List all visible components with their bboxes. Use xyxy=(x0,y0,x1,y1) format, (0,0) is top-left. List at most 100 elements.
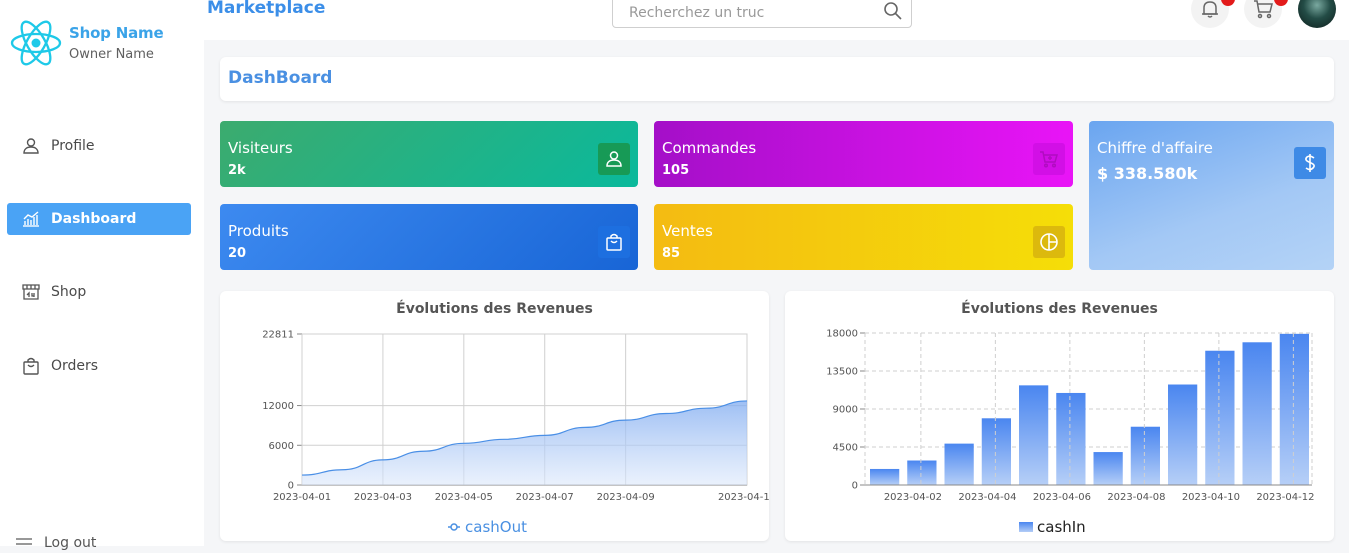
y-tick-label: 4500 xyxy=(833,443,858,454)
page-title: Marketplace xyxy=(207,0,325,18)
bar-legend-icon xyxy=(1019,522,1033,532)
cart-icon xyxy=(1252,0,1274,20)
cashout-chart-card: Évolutions des Revenues 0600012000228112… xyxy=(220,291,769,541)
y-tick-label: 18000 xyxy=(826,329,858,340)
commandes-value: 105 xyxy=(662,163,689,178)
ventes-card[interactable]: Ventes 85 xyxy=(654,204,1073,270)
x-tick-label: 2023-04-10 xyxy=(1182,492,1240,503)
react-logo-icon xyxy=(10,18,62,68)
notifications-button[interactable] xyxy=(1191,0,1229,28)
legend-label: cashOut xyxy=(465,518,527,536)
sidebar-item-profile[interactable]: Profile xyxy=(7,130,191,162)
ventes-value: 85 xyxy=(662,246,680,261)
cashin-bar[interactable] xyxy=(870,469,899,485)
cashin-bar[interactable] xyxy=(907,461,936,485)
produits-label: Produits xyxy=(228,222,289,240)
x-tick-label: 2023-04-07 xyxy=(516,492,574,503)
y-tick-label: 0 xyxy=(852,481,858,492)
sidebar-item-label: Shop xyxy=(51,284,86,300)
user-icon xyxy=(604,149,624,169)
cart-button[interactable] xyxy=(1244,0,1282,28)
sidebar: Shop Name Owner Name Profile Dashboard S… xyxy=(0,0,204,546)
y-tick-label: 12000 xyxy=(262,401,294,412)
dollar-icon xyxy=(1300,153,1320,173)
x-tick-label: 2023-04-12 xyxy=(1256,492,1314,503)
sidebar-item-shop[interactable]: Shop xyxy=(7,276,191,308)
user-icon xyxy=(21,136,41,156)
cart-icon xyxy=(1039,149,1059,169)
dashboard-header: DashBoard xyxy=(220,57,1334,101)
search-icon[interactable] xyxy=(883,1,903,21)
cashin-bar[interactable] xyxy=(1056,393,1085,485)
produits-value: 20 xyxy=(228,246,246,261)
cashin-chart-card: Évolutions des Revenues 0450090001350018… xyxy=(785,291,1334,541)
cashin-bar[interactable] xyxy=(1243,342,1272,485)
bag-icon xyxy=(604,232,624,252)
cashin-bar[interactable] xyxy=(1280,334,1309,485)
legend-label: cashIn xyxy=(1037,518,1086,536)
search-input[interactable]: Recherchez un truc xyxy=(612,0,912,28)
cashin-bar[interactable] xyxy=(1094,452,1123,485)
pie-icon xyxy=(1039,232,1059,252)
cart-badge xyxy=(1274,0,1288,6)
commandes-icon-box xyxy=(1033,143,1065,175)
y-tick-label: 0 xyxy=(288,481,294,492)
x-tick-label: 2023-04-08 xyxy=(1107,492,1165,503)
cashout-area xyxy=(302,401,747,485)
sidebar-item-orders[interactable]: Orders xyxy=(7,350,191,382)
commandes-label: Commandes xyxy=(662,139,756,157)
chart-legend[interactable]: cashIn xyxy=(1019,518,1086,536)
brand: Shop Name Owner Name xyxy=(10,18,163,68)
sidebar-item-label: Orders xyxy=(51,358,98,374)
y-tick-label: 13500 xyxy=(826,367,858,378)
topbar: Marketplace Recherchez un truc xyxy=(204,0,1349,40)
commandes-card[interactable]: Commandes 105 xyxy=(654,121,1073,187)
ventes-icon-box xyxy=(1033,226,1065,258)
cashin-bar[interactable] xyxy=(945,444,974,485)
x-tick-label: 2023-04-04 xyxy=(958,492,1016,503)
chiffre-icon-box xyxy=(1294,147,1326,179)
cashout-chart: 0 6000 12000 22811 2023-04-01 2023-04-03 2023-… xyxy=(220,291,769,541)
chart-icon xyxy=(21,209,41,229)
logout-button[interactable]: Log out xyxy=(14,533,96,553)
x-tick-label: 2023-04-09 xyxy=(597,492,655,503)
x-tick-label: 2023-04-06 xyxy=(1033,492,1091,503)
store-icon xyxy=(21,282,41,302)
x-tick-label: 2023-04-02 xyxy=(884,492,942,503)
produits-icon-box xyxy=(598,226,630,258)
search-placeholder: Recherchez un truc xyxy=(629,5,764,21)
x-tick-label: 2023-04-12 xyxy=(718,492,769,503)
owner-name: Owner Name xyxy=(69,47,163,62)
sidebar-item-label: Dashboard xyxy=(51,211,136,227)
chiffre-label: Chiffre d'affaire xyxy=(1097,139,1213,157)
y-tick-label: 9000 xyxy=(833,405,858,416)
cashin-bar[interactable] xyxy=(1168,385,1197,485)
dashboard-title: DashBoard xyxy=(228,68,332,88)
x-tick-label: 2023-04-03 xyxy=(354,492,412,503)
bag-icon xyxy=(21,356,41,376)
y-tick-label: 6000 xyxy=(269,441,294,452)
chiffre-card[interactable]: Chiffre d'affaire $ 338.580k xyxy=(1089,121,1334,270)
cashin-bar[interactable] xyxy=(1205,351,1234,485)
produits-card[interactable]: Produits 20 xyxy=(220,204,638,270)
cashin-bar[interactable] xyxy=(1131,427,1160,485)
cashin-bar[interactable] xyxy=(1019,385,1048,485)
notification-badge xyxy=(1221,0,1235,6)
avatar[interactable] xyxy=(1298,0,1336,28)
shop-name: Shop Name xyxy=(69,24,163,42)
cashin-bar[interactable] xyxy=(982,418,1011,485)
ventes-label: Ventes xyxy=(662,222,713,240)
chiffre-value: $ 338.580k xyxy=(1097,164,1197,183)
menu-icon xyxy=(14,533,34,553)
line-legend-icon xyxy=(447,522,461,532)
x-tick-label: 2023-04-01 xyxy=(273,492,331,503)
sidebar-item-dashboard[interactable]: Dashboard xyxy=(7,203,191,235)
visiteurs-icon-box xyxy=(598,143,630,175)
visiteurs-card[interactable]: Visiteurs 2k xyxy=(220,121,638,187)
sidebar-item-label: Profile xyxy=(51,138,95,154)
visiteurs-label: Visiteurs xyxy=(228,139,293,157)
logout-label: Log out xyxy=(44,535,96,551)
y-tick-label: 22811 xyxy=(262,330,294,341)
visiteurs-value: 2k xyxy=(228,163,246,178)
chart-legend[interactable]: cashOut xyxy=(447,518,527,536)
